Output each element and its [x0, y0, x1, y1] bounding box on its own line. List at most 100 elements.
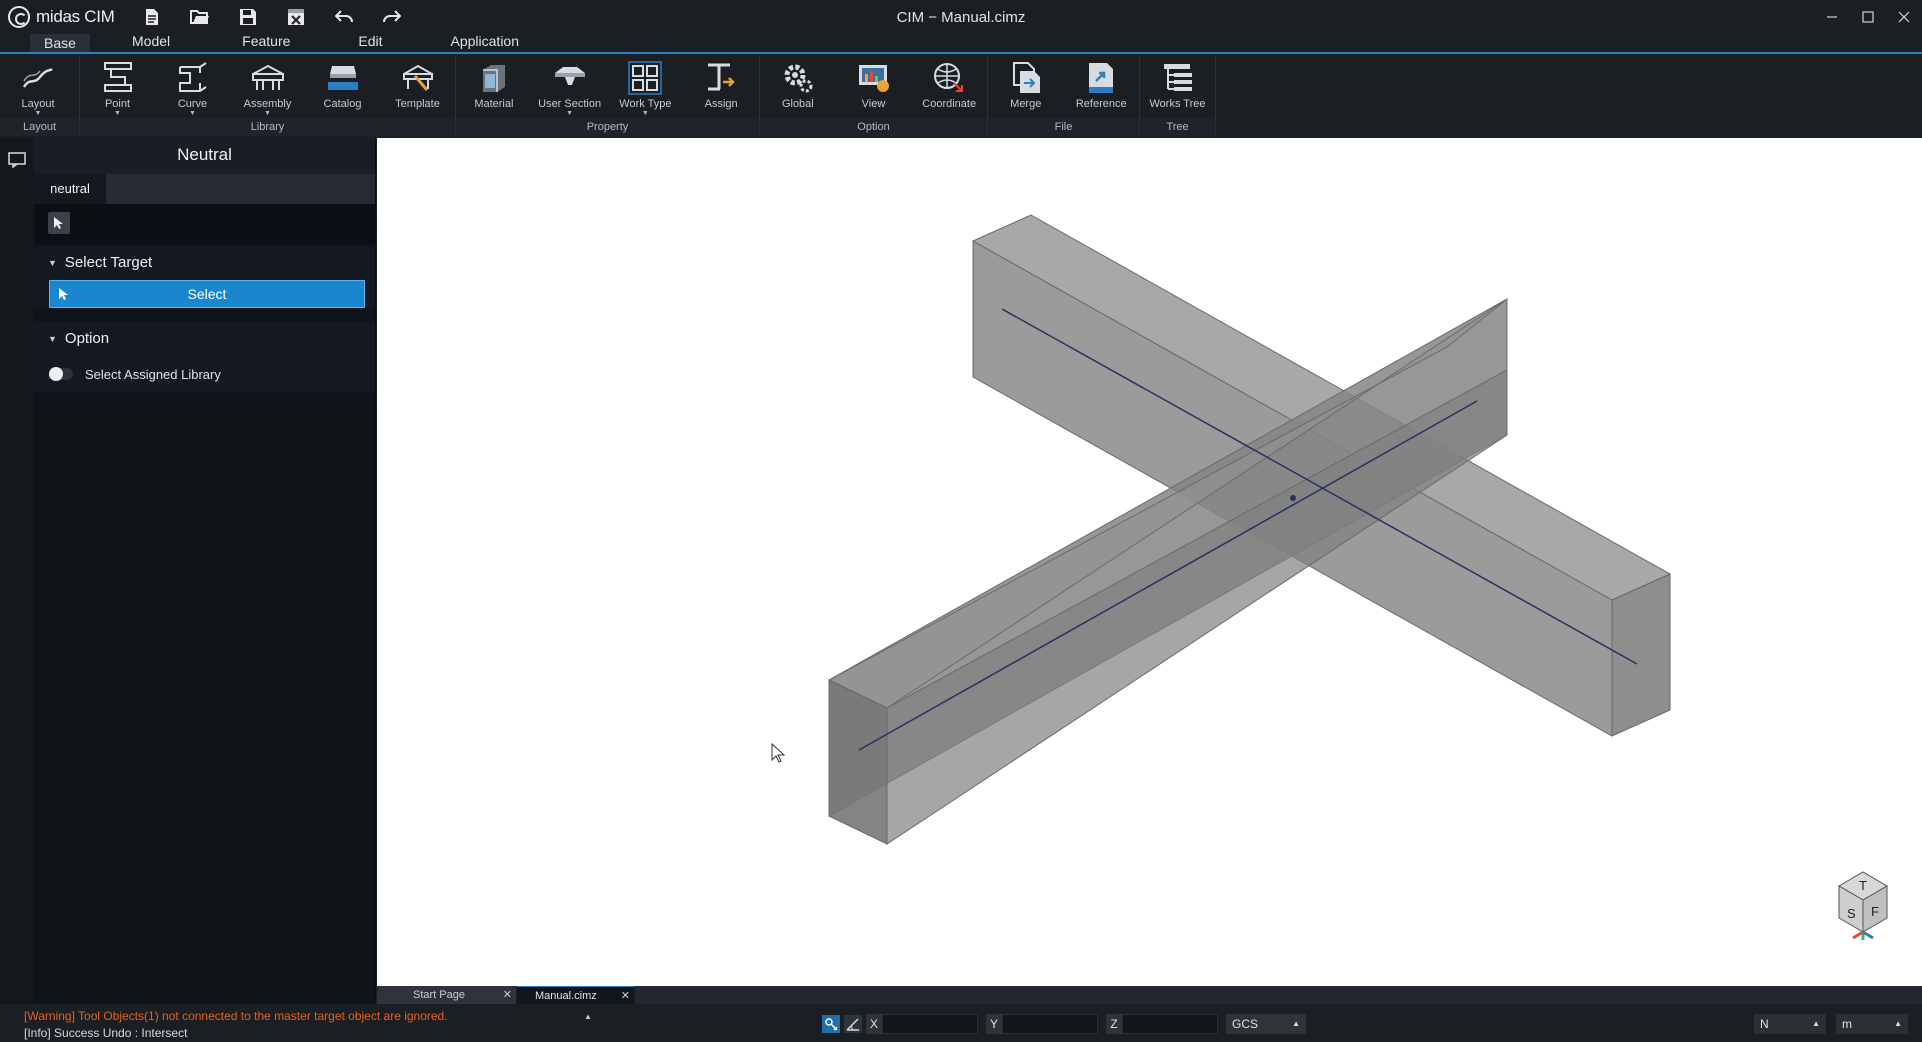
view-icon: [856, 60, 892, 96]
template-button[interactable]: Template: [380, 60, 455, 110]
intersection-node[interactable]: [1290, 495, 1296, 501]
caret-down-icon: ▼: [566, 110, 574, 117]
works-tree-button[interactable]: Works Tree: [1140, 60, 1215, 110]
svg-text:T: T: [1859, 878, 1867, 893]
coordinate-input-bar: X Y Z GCS ▲: [822, 1014, 1306, 1034]
caret-up-icon: ▲: [1292, 1019, 1300, 1028]
work-type-button[interactable]: Work Type ▼: [608, 60, 684, 118]
neutral-panel: Neutral neutral ▼ Select Target Select ▼…: [34, 138, 376, 1004]
z-label: Z: [1106, 1014, 1122, 1034]
snap-icon[interactable]: [822, 1015, 840, 1033]
point-button[interactable]: Point ▼: [80, 60, 155, 118]
mouse-cursor-icon: [771, 742, 786, 763]
redo-icon[interactable]: [381, 6, 403, 28]
caret-up-icon: ▲: [1894, 1019, 1902, 1028]
select-target-header[interactable]: ▼ Select Target: [34, 246, 375, 280]
ribbon-group-library: Point ▼ Curve ▼ Assembly ▼ Catalog Templ…: [80, 56, 456, 136]
close-window-icon[interactable]: [1886, 0, 1922, 34]
x-label: X: [866, 1014, 882, 1034]
doc-tab-start-page[interactable]: Start Page ✕: [377, 986, 517, 1004]
y-coordinate-input[interactable]: [1002, 1014, 1098, 1034]
work-type-icon: [627, 60, 663, 96]
title-bar: midas CIM CIM − Manual.cimz: [0, 0, 1922, 34]
tab-base[interactable]: Base: [30, 34, 90, 54]
z-coordinate-input[interactable]: [1122, 1014, 1218, 1034]
force-unit-select[interactable]: N ▲: [1754, 1014, 1826, 1034]
coordinate-icon: [931, 60, 967, 96]
length-unit-select[interactable]: m ▲: [1836, 1014, 1908, 1034]
maximize-icon[interactable]: [1850, 0, 1886, 34]
save-icon[interactable]: [237, 6, 259, 28]
model-canvas: T S F: [771, 214, 1888, 940]
select-button[interactable]: Select: [49, 280, 365, 308]
angle-icon[interactable]: [844, 1015, 862, 1033]
document-tabs: Start Page ✕ Manual.cimz ✕: [377, 986, 1922, 1004]
assembly-icon: [250, 60, 286, 96]
caret-down-icon: ▼: [641, 110, 649, 117]
message-panel-icon[interactable]: [8, 152, 26, 169]
close-tab-icon[interactable]: ✕: [503, 986, 512, 1004]
user-section-button[interactable]: User Section ▼: [532, 60, 608, 118]
curve-button[interactable]: Curve ▼: [155, 60, 230, 118]
ribbon-group-option: Global View Coordinate Option: [760, 56, 988, 136]
assign-icon: [703, 60, 739, 96]
view-button[interactable]: View: [836, 60, 912, 110]
works-tree-icon: [1160, 60, 1196, 96]
material-button[interactable]: Material: [456, 60, 532, 110]
pointer-tool-button[interactable]: [48, 212, 70, 234]
assign-button[interactable]: Assign: [683, 60, 759, 110]
coordinate-button[interactable]: Coordinate: [911, 60, 987, 110]
model-viewport[interactable]: T S F: [377, 138, 1922, 986]
warning-message: [Warning] Tool Objects(1) not connected …: [24, 1009, 448, 1023]
x-coordinate-input[interactable]: [882, 1014, 978, 1034]
brand: midas CIM: [8, 6, 115, 28]
select-assigned-library-row: Select Assigned Library: [34, 356, 375, 392]
ribbon-group-file: Merge Reference File: [988, 56, 1140, 136]
ribbon: Layout ▼ Layout Point ▼ Curve ▼ Assembly…: [0, 56, 1922, 136]
tab-application[interactable]: Application: [437, 32, 534, 52]
ribbon-group-tree: Works Tree Tree: [1140, 56, 1216, 136]
curve-icon: [175, 60, 211, 96]
assembly-button[interactable]: Assembly ▼: [230, 60, 305, 118]
doc-tab-manual[interactable]: Manual.cimz ✕: [517, 986, 635, 1004]
select-assigned-library-toggle[interactable]: [49, 367, 73, 381]
caret-up-icon: ▲: [1812, 1019, 1820, 1028]
quick-access-toolbar: [141, 6, 403, 28]
cursor-arrow-icon: [59, 288, 68, 300]
minimize-icon[interactable]: [1814, 0, 1850, 34]
tab-neutral[interactable]: neutral: [34, 174, 106, 204]
tab-feature[interactable]: Feature: [228, 32, 304, 52]
catalog-button[interactable]: Catalog: [305, 60, 380, 110]
view-cube[interactable]: T S F: [1838, 871, 1888, 940]
reference-button[interactable]: Reference: [1064, 60, 1140, 110]
caret-down-icon: ▼: [34, 110, 42, 117]
coordinate-system-select[interactable]: GCS ▲: [1226, 1014, 1306, 1034]
global-button[interactable]: Global: [760, 60, 836, 110]
merge-icon: [1008, 60, 1044, 96]
tab-model[interactable]: Model: [118, 32, 184, 52]
expand-log-icon[interactable]: ▲: [584, 1012, 592, 1021]
material-icon: [476, 60, 512, 96]
tab-edit[interactable]: Edit: [344, 32, 396, 52]
cursor-arrow-icon: [54, 217, 63, 229]
panel-tabs: neutral: [34, 174, 375, 204]
layout-icon: [20, 60, 56, 96]
ribbon-group-property: Material User Section ▼ Work Type ▼ Assi…: [456, 56, 760, 136]
layout-button[interactable]: Layout ▼: [0, 60, 76, 118]
user-section-icon: [552, 60, 588, 96]
select-target-section: ▼ Select Target Select: [34, 246, 375, 308]
point-icon: [100, 60, 136, 96]
reference-icon: [1083, 60, 1119, 96]
close-file-icon[interactable]: [285, 6, 307, 28]
ribbon-group-layout: Layout ▼ Layout: [0, 56, 80, 136]
merge-button[interactable]: Merge: [988, 60, 1064, 110]
option-header[interactable]: ▼ Option: [34, 322, 375, 356]
undo-icon[interactable]: [333, 6, 355, 28]
close-tab-icon[interactable]: ✕: [621, 987, 630, 1005]
status-bar: [Warning] Tool Objects(1) not connected …: [0, 1004, 1922, 1042]
panel-toolbar: [34, 204, 375, 244]
left-sidebar-strip: [0, 138, 34, 1004]
open-folder-icon[interactable]: [189, 6, 211, 28]
catalog-icon: [325, 60, 361, 96]
new-file-icon[interactable]: [141, 6, 163, 28]
